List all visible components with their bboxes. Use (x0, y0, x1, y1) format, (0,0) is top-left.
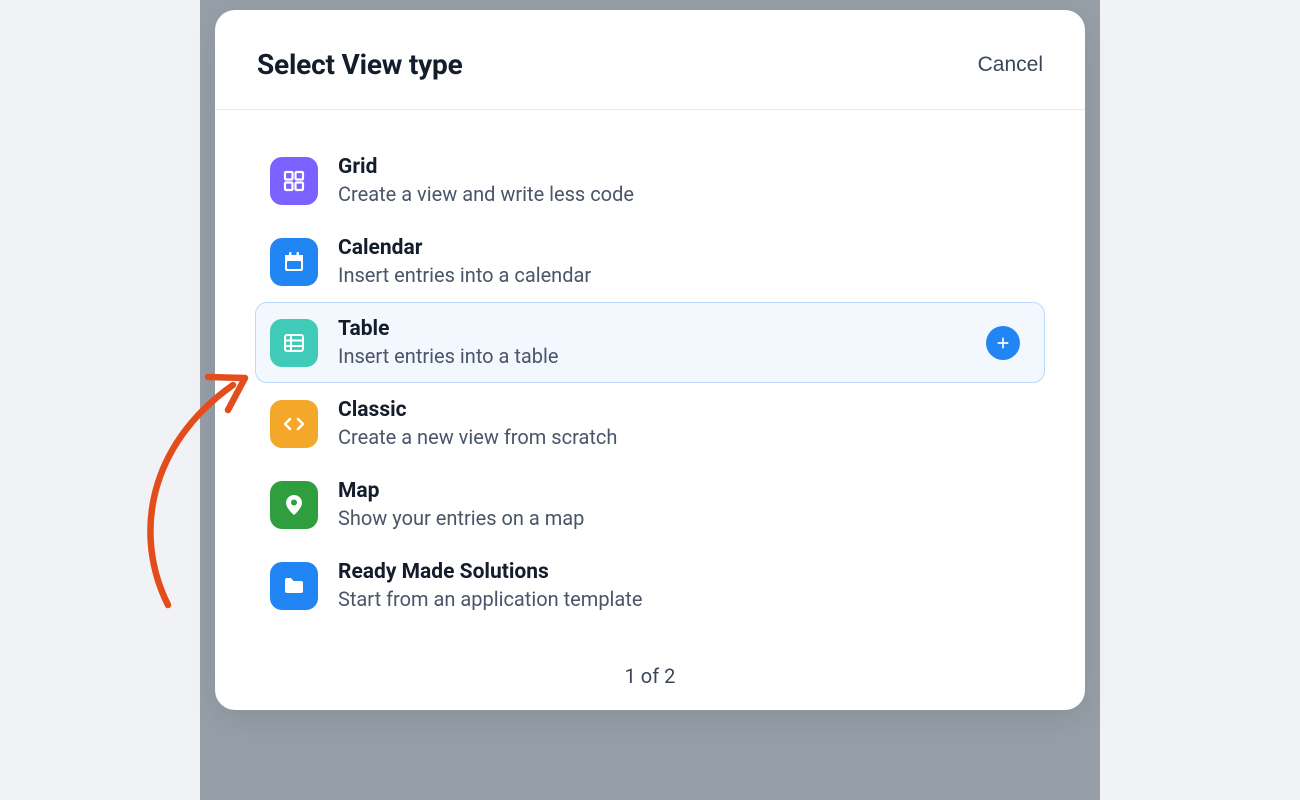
add-button[interactable] (986, 326, 1020, 360)
option-text: Classic Create a new view from scratch (338, 398, 1030, 449)
option-desc: Create a view and write less code (338, 182, 1030, 206)
option-text: Grid Create a view and write less code (338, 155, 1030, 206)
view-type-options: Grid Create a view and write less code C… (215, 110, 1085, 636)
option-title: Table (338, 317, 966, 341)
option-calendar[interactable]: Calendar Insert entries into a calendar (255, 221, 1045, 302)
pager: 1 of 2 (215, 636, 1085, 710)
option-text: Map Show your entries on a map (338, 479, 1030, 530)
option-text: Calendar Insert entries into a calendar (338, 236, 1030, 287)
option-title: Ready Made Solutions (338, 560, 1030, 584)
option-desc: Show your entries on a map (338, 506, 1030, 530)
option-text: Ready Made Solutions Start from an appli… (338, 560, 1030, 611)
option-title: Calendar (338, 236, 1030, 260)
option-ready-made-solutions[interactable]: Ready Made Solutions Start from an appli… (255, 545, 1045, 626)
grid-icon (270, 157, 318, 205)
option-grid[interactable]: Grid Create a view and write less code (255, 140, 1045, 221)
option-title: Classic (338, 398, 1030, 422)
modal-header: Select View type Cancel (215, 10, 1085, 110)
option-title: Grid (338, 155, 1030, 179)
folder-icon (270, 562, 318, 610)
option-table[interactable]: Table Insert entries into a table (255, 302, 1045, 383)
cancel-button[interactable]: Cancel (978, 53, 1043, 77)
option-text: Table Insert entries into a table (338, 317, 966, 368)
option-map[interactable]: Map Show your entries on a map (255, 464, 1045, 545)
code-icon (270, 400, 318, 448)
option-desc: Create a new view from scratch (338, 425, 1030, 449)
plus-icon (995, 335, 1011, 351)
option-desc: Start from an application template (338, 587, 1030, 611)
option-classic[interactable]: Classic Create a new view from scratch (255, 383, 1045, 464)
option-desc: Insert entries into a calendar (338, 263, 1030, 287)
option-title: Map (338, 479, 1030, 503)
table-icon (270, 319, 318, 367)
modal-title: Select View type (257, 48, 463, 81)
option-desc: Insert entries into a table (338, 344, 966, 368)
calendar-icon (270, 238, 318, 286)
select-view-type-modal: Select View type Cancel Grid Create a vi… (215, 10, 1085, 710)
map-pin-icon (270, 481, 318, 529)
